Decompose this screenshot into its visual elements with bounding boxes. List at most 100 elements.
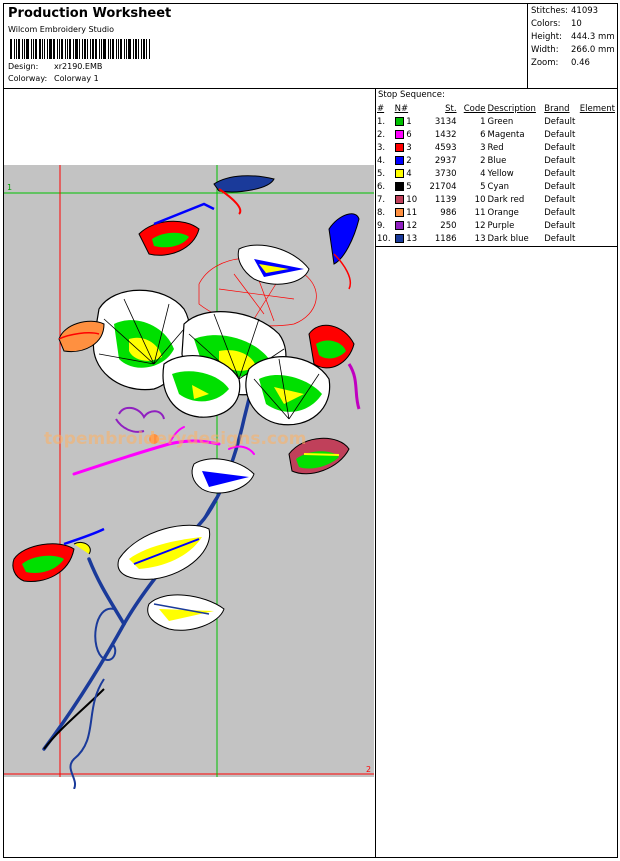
tendril-curl <box>94 607 117 661</box>
barcode-bar <box>133 39 134 59</box>
end-marker: 2 <box>366 765 371 774</box>
barcode-bar <box>42 39 43 59</box>
design-stats: Stitches: 41093 Colors: 10 Height: 444.3 mm… <box>527 4 617 89</box>
barcode-bar <box>124 39 125 59</box>
barcode-bar <box>22 39 23 59</box>
barcode-bar <box>118 39 119 59</box>
software-name: Wilcom Embroidery Studio <box>8 25 115 34</box>
row-description: Dark red <box>487 194 525 205</box>
stat-width: Width: 266.0 mm <box>531 45 615 55</box>
row-index: 1. <box>377 116 386 127</box>
row-description: Yellow <box>487 168 514 179</box>
flower-right-blue <box>328 213 360 290</box>
row-index: 6. <box>377 181 386 192</box>
row-element <box>579 193 616 206</box>
row-needle: 10 <box>394 193 423 206</box>
stat-zoom: Zoom: 0.46 <box>531 58 590 68</box>
row-stitches: 250 <box>440 220 457 231</box>
row-index: 10. <box>377 233 391 244</box>
row-description: Blue <box>487 155 507 166</box>
barcode-bar <box>87 39 88 59</box>
stat-height: Height: 444.3 mm <box>531 32 615 42</box>
color-swatch <box>394 207 404 217</box>
flower-top-right-bud <box>213 175 275 215</box>
row-code: 2 <box>480 155 486 166</box>
barcode-bar <box>31 39 32 59</box>
row-code: 6 <box>480 129 486 140</box>
row-needle: 1 <box>394 115 423 128</box>
stat-colors: Colors: 10 <box>531 19 582 29</box>
barcode-bar <box>108 39 109 59</box>
barcode-bar <box>112 39 114 59</box>
tendril <box>69 678 105 789</box>
stop-sequence-divider <box>376 246 617 247</box>
barcode-bar <box>67 39 68 59</box>
flower-bottom-left <box>12 527 105 583</box>
barcode-bar <box>14 39 15 59</box>
row-brand: Default <box>544 168 576 179</box>
leaf-bottom-yellow <box>147 594 225 631</box>
row-description: Magenta <box>487 129 525 140</box>
barcode-bar <box>49 39 52 59</box>
embroidery-design-preview: 1 2 topembroiderydesigns.com <box>4 165 374 789</box>
row-element <box>579 180 616 193</box>
row-needle: 3 <box>394 141 423 154</box>
row-element <box>579 128 616 141</box>
row-brand: Default <box>544 116 576 127</box>
color-swatch <box>394 220 404 230</box>
row-needle: 2 <box>394 154 423 167</box>
row-stitches: 3134 <box>434 116 457 127</box>
row-index: 8. <box>377 207 386 218</box>
col-index: # <box>377 103 385 114</box>
barcode-bar <box>73 39 74 59</box>
barcode-bar <box>24 39 25 59</box>
barcode <box>10 39 151 59</box>
row-description: Orange <box>487 207 519 218</box>
row-needle: 4 <box>394 167 423 180</box>
row-code: 3 <box>480 142 486 153</box>
barcode-bar <box>128 39 131 59</box>
stat-stitches: Stitches: 41093 <box>531 6 599 16</box>
worksheet-header: Production Worksheet Wilcom Embroidery S… <box>4 4 617 89</box>
col-needle: N# <box>394 103 409 114</box>
color-swatch <box>394 233 404 243</box>
watermark-text: topembroiderydesigns.com <box>44 429 306 449</box>
barcode-bar <box>146 39 147 59</box>
stop-sequence-row: 7. 10 1139 10 Dark red Default <box>376 193 616 206</box>
row-description: Red <box>487 142 504 153</box>
col-stitches: St. <box>445 103 457 114</box>
row-description: Purple <box>487 220 515 231</box>
design-value: xr2190.EMB <box>54 62 103 71</box>
barcode-bar <box>84 39 86 59</box>
col-brand: Brand <box>544 103 570 114</box>
barcode-bar <box>16 39 17 59</box>
row-element <box>579 154 616 167</box>
stop-sequence-row: 10. 13 1186 13 Dark blue Default <box>376 232 616 245</box>
stop-sequence-row: 2. 6 1432 6 Magenta Default <box>376 128 616 141</box>
barcode-bar <box>61 39 63 59</box>
stop-sequence-row: 3. 3 4593 3 Red Default <box>376 141 616 154</box>
flower-top-left <box>138 202 215 256</box>
row-element <box>579 141 616 154</box>
row-code: 12 <box>474 220 486 231</box>
barcode-bar <box>79 39 80 59</box>
row-element <box>579 219 616 232</box>
col-code: Code <box>463 103 486 114</box>
barcode-bar <box>75 39 78 59</box>
stop-sequence-title: Stop Sequence: <box>378 90 445 100</box>
row-stitches: 3730 <box>434 168 457 179</box>
row-needle: 5 <box>394 180 423 193</box>
row-code: 13 <box>474 233 486 244</box>
row-needle: 12 <box>394 219 423 232</box>
barcode-bar <box>120 39 122 59</box>
leaf-right-large <box>245 356 331 426</box>
barcode-bar <box>110 39 111 59</box>
barcode-bar <box>126 39 127 59</box>
barcode-bar <box>65 39 66 59</box>
stop-sequence-row: 6. 5 21704 5 Cyan Default <box>376 180 616 193</box>
stop-sequence-row: 5. 4 3730 4 Yellow Default <box>376 167 616 180</box>
row-stitches: 1432 <box>434 129 457 140</box>
colorway-value: Colorway 1 <box>54 74 99 83</box>
row-brand: Default <box>544 220 576 231</box>
stop-sequence-row: 1. 1 3134 1 Green Default <box>376 115 616 128</box>
